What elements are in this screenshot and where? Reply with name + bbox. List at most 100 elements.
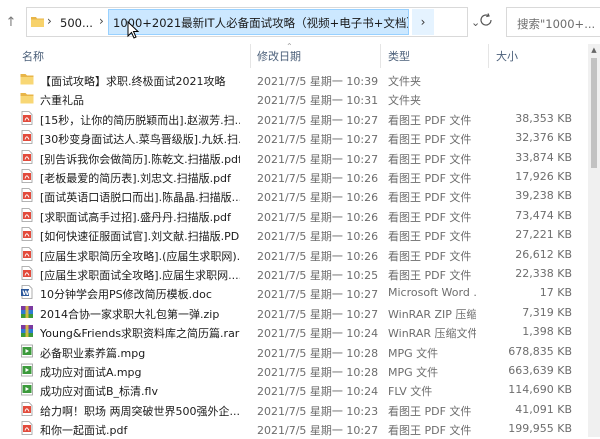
- list-item[interactable]: 和你一起面试.pdf 2021/7/5 星期一 10:27 看图王 PDF 文件 19…: [0, 419, 600, 438]
- list-item[interactable]: 2014合协一家求职大礼包第一弹.zip 2021/7/5 星期一 10:27 Wi…: [0, 303, 600, 322]
- file-size: 26,612 KB: [515, 247, 572, 261]
- file-date: 2021/7/5 星期一 10:31: [257, 94, 379, 108]
- file-type: 文件夹: [388, 75, 421, 88]
- chevron-right-icon: ›: [47, 14, 52, 28]
- list-item[interactable]: 【面试攻略】求职.终极面试2021攻略 2021/7/5 星期一 10:39 文件夹: [0, 70, 600, 89]
- column-divider[interactable]: [380, 44, 381, 68]
- toolbar: ↑ › 500... › 1000+2021最新IT人必备面试攻略（视频+电子书…: [0, 0, 600, 44]
- list-item[interactable]: 成功应对面试B_标清.flv 2021/7/5 星期一 10:24 FLV 文件 11…: [0, 380, 600, 399]
- file-name: 2014合协一家求职大礼包第一弹.zip: [40, 307, 220, 321]
- pdf-icon: [20, 246, 34, 261]
- file-date: 2021/7/5 星期一 10:39: [257, 75, 379, 88]
- up-arrow-icon[interactable]: ↑: [4, 12, 18, 32]
- video-icon: [20, 382, 34, 396]
- address-bar[interactable]: › 500... › 1000+2021最新IT人必备面试攻略（视频+电子书+文…: [26, 7, 480, 37]
- file-size: 39,238 KB: [515, 189, 572, 203]
- file-name: 成功应对面试B_标清.flv: [40, 385, 158, 399]
- list-item[interactable]: W 10分钟学会用PS修改简历模板.doc 2021/7/5 星期一 10:27 Mi…: [0, 283, 600, 302]
- video-icon: [20, 344, 34, 358]
- column-size[interactable]: 大小: [496, 48, 518, 64]
- file-name: [15秒，让你的简历脱颖而出].赵淑芳.扫...: [40, 113, 240, 127]
- scroll-up-arrow-icon[interactable]: ▲: [588, 44, 600, 56]
- list-item[interactable]: Young&Friends求职资料库之简历篇.rar 2021/7/5 星期一 1…: [0, 322, 600, 341]
- file-type: 看图王 PDF 文件: [388, 133, 472, 147]
- svg-text:W: W: [22, 289, 29, 297]
- file-type: WinRAR ZIP 压缩...: [388, 307, 476, 321]
- file-type: 看图王 PDF 文件: [388, 152, 472, 166]
- folder-icon: [20, 91, 34, 105]
- refresh-icon[interactable]: [478, 12, 494, 28]
- list-item[interactable]: 六重礼品 2021/7/5 星期一 10:31 文件夹: [0, 89, 600, 108]
- file-size: 17,926 KB: [515, 170, 572, 183]
- rar-icon: [20, 324, 34, 338]
- file-date: 2021/7/5 星期一 10:23: [257, 404, 379, 418]
- file-name: [30秒变身面试达人.菜鸟晋级版].九妖.扫...: [40, 133, 240, 147]
- file-size: 199,955 KB: [508, 422, 572, 436]
- file-size: 41,091 KB: [515, 402, 572, 416]
- file-name: [应届生求职简历全攻略].(应届生求职网)...: [40, 249, 240, 263]
- list-item[interactable]: [30秒变身面试达人.菜鸟晋级版].九妖.扫... 2021/7/5 星期一 10…: [0, 128, 600, 147]
- file-name: [面试英语口语脱口而出].陈晶晶.扫描版...: [40, 191, 240, 205]
- file-type: 看图王 PDF 文件: [388, 249, 472, 263]
- column-date[interactable]: 修改日期: [257, 48, 301, 64]
- list-item[interactable]: [应届生求职面试全攻略].应届生求职网.... 2021/7/5 星期一 10:2…: [0, 264, 600, 283]
- vertical-scrollbar[interactable]: ▲: [588, 44, 600, 437]
- file-type: 看图王 PDF 文件: [388, 404, 472, 418]
- file-date: 2021/7/5 星期一 10:27: [257, 288, 379, 302]
- file-size: 32,376 KB: [515, 131, 572, 145]
- file-name: 和你一起面试.pdf: [40, 424, 128, 438]
- file-size: 663,639 KB: [508, 364, 572, 377]
- list-item[interactable]: [老板最爱的简历表].刘忠文.扫描版.pdf 2021/7/5 星期一 10:26…: [0, 167, 600, 186]
- file-type: 看图王 PDF 文件: [388, 269, 472, 282]
- file-type: 看图王 PDF 文件: [388, 172, 472, 185]
- pdf-icon: [20, 401, 34, 416]
- video-icon: [20, 363, 34, 377]
- file-name: [老板最爱的简历表].刘忠文.扫描版.pdf: [40, 172, 231, 185]
- file-date: 2021/7/5 星期一 10:27: [257, 424, 379, 438]
- breadcrumb-parent[interactable]: 500...: [60, 16, 93, 30]
- file-type: 看图王 PDF 文件: [388, 210, 472, 224]
- breadcrumb-current[interactable]: 1000+2021最新IT人必备面试攻略（视频+电子书+文档）: [108, 9, 409, 35]
- file-date: 2021/7/5 星期一 10:27: [257, 307, 379, 321]
- column-name[interactable]: 名称: [22, 48, 44, 64]
- pdf-icon: [20, 207, 34, 222]
- list-item[interactable]: [别告诉我你会做简历].陈乾文.扫描版.pdf 2021/7/5 星期一 10:2…: [0, 148, 600, 167]
- file-size: 678,835 KB: [508, 344, 572, 358]
- column-divider[interactable]: [250, 44, 251, 68]
- list-item[interactable]: [面试英语口语脱口而出].陈晶晶.扫描版... 2021/7/5 星期一 10:2…: [0, 186, 600, 205]
- file-size: 1,398 KB: [522, 325, 572, 339]
- file-date: 2021/7/5 星期一 10:27: [257, 152, 379, 166]
- list-item[interactable]: 成功应对面试A.mpg 2021/7/5 星期一 10:28 MPG 文件 663,6…: [0, 361, 600, 380]
- file-name: [求职面试高手过招].盛丹丹.扫描版.pdf: [40, 210, 231, 224]
- folder-icon: [31, 17, 44, 27]
- chevron-right-icon[interactable]: ›: [99, 14, 104, 28]
- column-divider[interactable]: [488, 44, 489, 68]
- file-date: 2021/7/5 星期一 10:26: [257, 249, 379, 263]
- mouse-cursor-icon: [127, 21, 140, 39]
- column-header: ⌃ 名称 修改日期 类型 大小: [0, 42, 600, 68]
- pdf-icon: [20, 110, 34, 125]
- file-date: 2021/7/5 星期一 10:25: [257, 269, 379, 282]
- chevron-right-icon[interactable]: ›: [412, 9, 434, 35]
- file-size: 27,221 KB: [515, 228, 572, 242]
- list-item[interactable]: [如何快速征服面试官].刘文献.扫描版.PDF 2021/7/5 星期一 10:2…: [0, 225, 600, 244]
- pdf-icon: [20, 266, 34, 280]
- scrollbar-thumb[interactable]: [591, 58, 597, 168]
- file-date: 2021/7/5 星期一 10:28: [257, 366, 379, 379]
- pdf-icon: [20, 227, 34, 242]
- list-item[interactable]: 给力啊！职场 两周突破世界500强外企... 2021/7/5 星期一 10:23…: [0, 400, 600, 419]
- list-item[interactable]: [求职面试高手过招].盛丹丹.扫描版.pdf 2021/7/5 星期一 10:26…: [0, 206, 600, 225]
- file-type: 文件夹: [388, 94, 421, 108]
- file-date: 2021/7/5 星期一 10:28: [257, 346, 379, 360]
- file-date: 2021/7/5 星期一 10:26: [257, 172, 379, 185]
- list-item[interactable]: [应届生求职简历全攻略].(应届生求职网)... 2021/7/5 星期一 10:…: [0, 245, 600, 264]
- list-item[interactable]: 必备职业素养篇.mpg 2021/7/5 星期一 10:28 MPG 文件 678,8…: [0, 342, 600, 361]
- file-date: 2021/7/5 星期一 10:26: [257, 230, 379, 244]
- file-date: 2021/7/5 星期一 10:26: [257, 191, 379, 205]
- file-type: Microsoft Word ...: [388, 286, 476, 300]
- file-size: 22,338 KB: [515, 267, 572, 280]
- column-type[interactable]: 类型: [388, 48, 410, 64]
- search-input[interactable]: 搜索"1000+...: [506, 7, 600, 37]
- file-date: 2021/7/5 星期一 10:26: [257, 210, 379, 224]
- list-item[interactable]: [15秒，让你的简历脱颖而出].赵淑芳.扫... 2021/7/5 星期一 10:…: [0, 109, 600, 128]
